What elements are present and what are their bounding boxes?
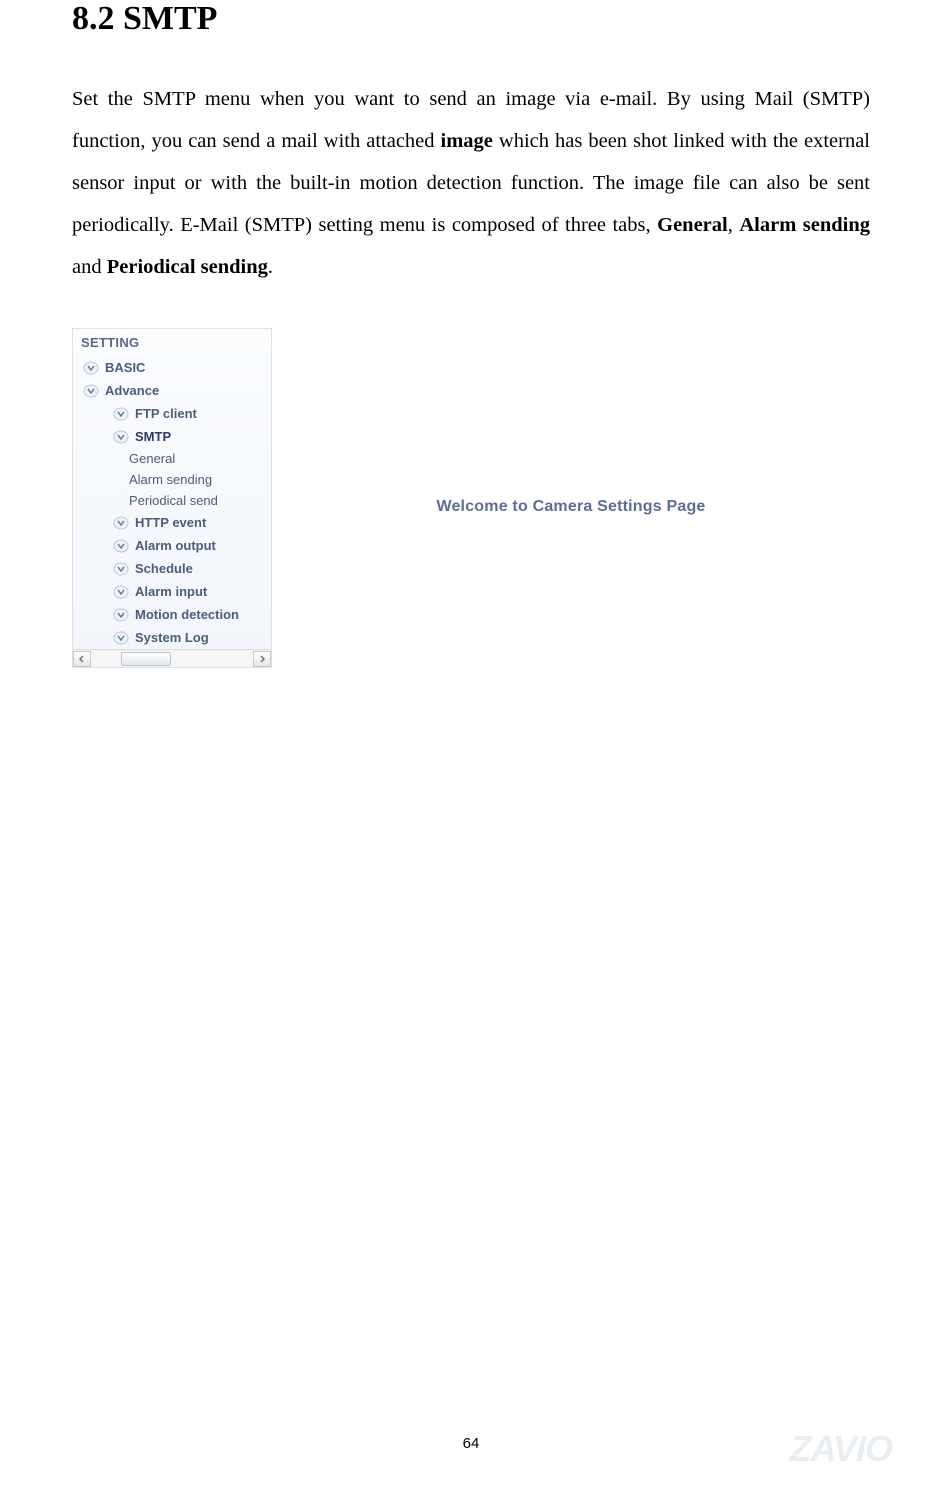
body-paragraph: Set the SMTP menu when you want to send … [72, 78, 870, 288]
chevron-down-icon [113, 562, 129, 576]
settings-screenshot: SETTING BASIC Advance FTP client [72, 328, 870, 668]
sidebar-item-alarm-input[interactable]: Alarm input [103, 580, 271, 603]
scroll-right-arrow-icon[interactable] [253, 651, 271, 667]
sidebar-item-smtp-periodical[interactable]: Periodical send [125, 490, 271, 511]
sidebar-item-label: General [129, 451, 175, 466]
horizontal-scrollbar[interactable] [73, 649, 271, 667]
sidebar-item-smtp-general[interactable]: General [125, 448, 271, 469]
sidebar-item-label: FTP client [135, 406, 197, 421]
sidebar-item-ftp-client[interactable]: FTP client [103, 402, 271, 425]
sidebar-header: SETTING [73, 329, 271, 356]
chevron-down-icon [113, 516, 129, 530]
scroll-left-arrow-icon[interactable] [73, 651, 91, 667]
chevron-down-icon [113, 407, 129, 421]
sidebar-item-label: Alarm input [135, 584, 207, 599]
settings-content: Welcome to Camera Settings Page [272, 328, 870, 516]
sidebar-item-advance[interactable]: Advance [73, 379, 271, 402]
chevron-down-icon [113, 585, 129, 599]
scroll-thumb[interactable] [121, 652, 171, 666]
sidebar-item-label: Alarm output [135, 538, 216, 553]
sidebar-item-label: System Log [135, 630, 209, 645]
watermark-logo: ZAVIO [790, 1428, 892, 1470]
chevron-down-icon [113, 631, 129, 645]
sidebar-item-label: Alarm sending [129, 472, 212, 487]
sidebar-item-label: HTTP event [135, 515, 206, 530]
text-bold-image: image [441, 130, 493, 152]
sidebar-item-label: BASIC [105, 360, 145, 375]
chevron-down-icon [113, 430, 129, 444]
sidebar-item-alarm-output[interactable]: Alarm output [103, 534, 271, 557]
sidebar-item-smtp[interactable]: SMTP [103, 425, 271, 448]
sidebar-item-smtp-alarm[interactable]: Alarm sending [125, 469, 271, 490]
text-run: , [728, 214, 740, 236]
text-run: and [72, 256, 107, 278]
sidebar-item-system-log[interactable]: System Log [103, 626, 271, 649]
sidebar-item-basic[interactable]: BASIC [73, 356, 271, 379]
sidebar-item-http-event[interactable]: HTTP event [103, 511, 271, 534]
text-bold-general: General [657, 214, 728, 236]
chevron-down-icon [83, 361, 99, 375]
sidebar-item-motion-detection[interactable]: Motion detection [103, 603, 271, 626]
sidebar-item-label: Periodical send [129, 493, 218, 508]
sidebar-item-label: Schedule [135, 561, 193, 576]
sidebar-item-label: Advance [105, 383, 159, 398]
chevron-down-icon [113, 539, 129, 553]
text-bold-alarm: Alarm sending [739, 214, 870, 236]
chevron-down-icon [113, 608, 129, 622]
settings-sidebar: SETTING BASIC Advance FTP client [72, 328, 272, 668]
text-bold-periodical: Periodical sending [107, 256, 268, 278]
sidebar-item-schedule[interactable]: Schedule [103, 557, 271, 580]
section-heading: 8.2 SMTP [72, 0, 870, 38]
scroll-track[interactable] [91, 651, 253, 667]
chevron-down-icon [83, 384, 99, 398]
sidebar-item-label: Motion detection [135, 607, 239, 622]
welcome-text: Welcome to Camera Settings Page [272, 498, 870, 516]
text-run: . [268, 256, 273, 278]
sidebar-item-label: SMTP [135, 429, 171, 444]
